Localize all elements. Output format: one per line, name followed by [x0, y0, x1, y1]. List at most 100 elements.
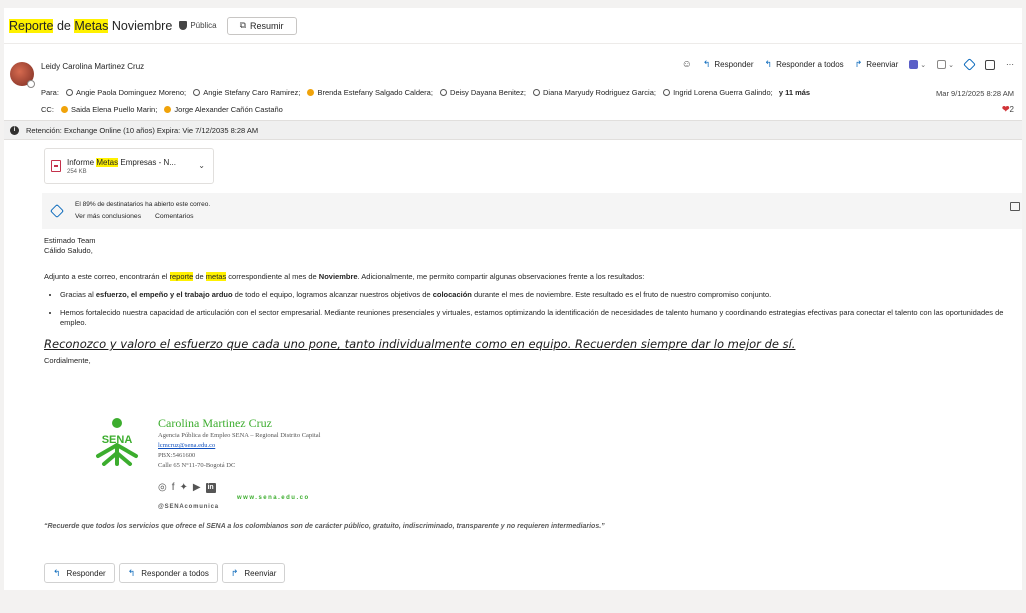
- instagram-icon[interactable]: ◎: [158, 482, 167, 493]
- signature-handle: @SENAcomunica: [158, 504, 219, 510]
- retention-banner: i Retención: Exchange Online (10 años) E…: [4, 120, 1022, 140]
- info-icon: i: [10, 125, 19, 135]
- email-signature: SENA Carolina Martinez Cruz Agencia Públ…: [92, 416, 492, 526]
- linkedin-icon[interactable]: in: [205, 482, 216, 493]
- reader-icon: [985, 59, 995, 70]
- subject-word-noviembre: Noviembre: [108, 18, 173, 33]
- insights-panel: El 89% de destinatarios ha abierto este …: [42, 193, 1022, 229]
- attachment-size: 254 KB: [67, 168, 87, 175]
- immersive-reader-button[interactable]: [985, 59, 995, 70]
- recipient-icon: [533, 89, 540, 96]
- chevron-down-icon: ⌄: [948, 61, 954, 69]
- recipient[interactable]: Saida Elena Puello Marin;: [71, 105, 157, 114]
- heart-icon: ❤: [1002, 104, 1010, 114]
- recipient[interactable]: Brenda Estefany Salgado Caldera;: [317, 88, 433, 97]
- reply-button[interactable]: ↰ Responder: [703, 59, 754, 70]
- bottom-reply-all-button[interactable]: ↰ Responder a todos: [118, 563, 218, 583]
- signature-name: Carolina Martinez Cruz: [158, 416, 272, 430]
- facebook-icon[interactable]: f: [172, 482, 175, 493]
- cc-recipients: CC: Saida Elena Puello Marin; Jorge Alex…: [41, 105, 283, 114]
- teams-button[interactable]: ⌄: [909, 60, 926, 69]
- subject-word-de: de: [53, 18, 75, 33]
- reactions-badge[interactable]: ❤2: [1002, 104, 1014, 115]
- shield-icon: [179, 21, 188, 30]
- signature-website[interactable]: www.sena.edu.co: [237, 495, 310, 501]
- greeting-line: Estimado Team: [44, 236, 96, 245]
- observations-list: Gracias al esfuerzo, el empeño y el trab…: [44, 290, 1019, 328]
- emoji-react-button[interactable]: ☺: [682, 59, 692, 70]
- bottom-reply-button[interactable]: ↰ Responder: [44, 563, 115, 583]
- list-item: Hemos fortalecido nuestra capacidad de a…: [60, 308, 1019, 328]
- insights-text: El 89% de destinatarios ha abierto este …: [75, 201, 211, 208]
- attachment-name: Informe Metas Empresas - N...: [67, 157, 176, 167]
- intro-paragraph: Adjunto a este correo, encontrarán el re…: [44, 272, 645, 281]
- reply-icon: ↰: [53, 567, 61, 578]
- summarize-icon: ⧉: [239, 20, 246, 30]
- reply-buttons: ↰ Responder ↰ Responder a todos ↱ Reenviar: [44, 563, 289, 583]
- signature-address: Calle 65 N°11-70-Bogotá DC: [158, 462, 236, 469]
- visibility-label: Pública: [190, 21, 217, 30]
- recipient-icon: [663, 89, 671, 96]
- subject-word-metas: Metas: [74, 18, 109, 33]
- loop-icon: [963, 58, 976, 71]
- message-card: Reporte de Metas Noviembre Pública ⧉ Res…: [4, 8, 1022, 590]
- recipient[interactable]: Angie Paola Dominguez Moreno;: [76, 88, 186, 97]
- pdf-file-icon: [51, 160, 61, 172]
- signature-email-link[interactable]: lcmcruz@sena.edu.co: [158, 442, 215, 449]
- reaction-count: 2: [1009, 105, 1014, 114]
- cc-label: CC:: [41, 105, 54, 114]
- message-date: Mar 9/12/2025 8:28 AM: [936, 89, 1014, 98]
- outlook-reading-pane: Reporte de Metas Noviembre Pública ⧉ Res…: [0, 0, 1026, 613]
- reply-icon: ↰: [702, 59, 711, 69]
- recipient-icon: [164, 106, 172, 113]
- recipient[interactable]: Ingrid Lorena Guerra Galindo;: [673, 88, 773, 97]
- recipient-icon: [66, 89, 74, 96]
- subject-title: Reporte de Metas Noviembre: [9, 18, 173, 33]
- more-actions-button[interactable]: ···: [1006, 60, 1014, 69]
- insights-icon: [49, 203, 65, 219]
- summarize-label: Resumir: [250, 20, 284, 31]
- bottom-forward-button[interactable]: ↱ Reenviar: [221, 563, 286, 583]
- recipient-icon: [193, 89, 201, 96]
- reply-all-button[interactable]: ↰ Responder a todos: [765, 59, 844, 70]
- smiley-icon: ☺: [681, 59, 692, 70]
- chevron-down-icon: ⌄: [920, 61, 927, 69]
- message-actions: ☺ ↰ Responder ↰ Responder a todos ↱ Reenvia…: [671, 58, 1014, 71]
- subject-word-reporte: Reporte: [9, 18, 54, 33]
- loop-button[interactable]: [963, 58, 976, 71]
- sender-name[interactable]: Leidy Carolina Martinez Cruz: [41, 62, 144, 71]
- subject-bar: Reporte de Metas Noviembre Pública ⧉ Res…: [4, 8, 1022, 44]
- attachment-card[interactable]: Informe Metas Empresas - N... 254 KB ⌄: [44, 148, 214, 184]
- recipient-icon: [61, 106, 69, 113]
- twitter-icon[interactable]: ✦: [180, 482, 188, 493]
- reply-all-icon: ↰: [127, 567, 136, 578]
- more-insights-link[interactable]: Ver más conclusiones: [75, 213, 141, 220]
- apps-icon: [937, 60, 947, 69]
- expand-icon[interactable]: [1010, 202, 1020, 211]
- recipient-icon: [307, 89, 315, 96]
- insights-links: Ver más conclusiones Comentarios: [75, 213, 206, 220]
- reply-all-icon: ↰: [764, 59, 773, 69]
- forward-icon: ↱: [854, 59, 863, 69]
- youtube-icon[interactable]: ▶: [193, 482, 201, 493]
- sena-disclaimer: “Recuerde que todos los servicios que of…: [44, 523, 605, 530]
- social-links: ◎ f ✦ ▶ in: [158, 482, 221, 493]
- retention-text: Retención: Exchange Online (10 años) Exp…: [26, 125, 259, 135]
- forward-button[interactable]: ↱ Reenviar: [855, 59, 899, 70]
- recipient[interactable]: Angie Stefany Caro Ramirez;: [203, 88, 300, 97]
- list-item: Gracias al esfuerzo, el empeño y el trab…: [60, 290, 1019, 300]
- comments-link[interactable]: Comentarios: [155, 213, 194, 220]
- teams-icon: [909, 60, 919, 69]
- recipient[interactable]: Diana Maryudy Rodriguez Garcia;: [543, 88, 656, 97]
- greeting-line: Cálido Saludo,: [44, 246, 93, 255]
- apps-button[interactable]: ⌄: [937, 60, 954, 69]
- signature-phone: PBX:5461600: [158, 452, 196, 459]
- recipient[interactable]: Jorge Alexander Cañón Castaño: [174, 105, 282, 114]
- recipient-icon: [440, 89, 448, 96]
- chevron-down-icon[interactable]: ⌄: [198, 161, 205, 170]
- recipient[interactable]: Deisy Dayana Benitez;: [450, 88, 526, 97]
- summarize-button[interactable]: ⧉ Resumir: [226, 16, 297, 35]
- more-recipients-link[interactable]: y 11 más: [779, 88, 810, 97]
- to-recipients: Para: Angie Paola Dominguez Moreno; Angi…: [41, 88, 901, 97]
- message-header: Leidy Carolina Martinez Cruz Para: Angie…: [4, 46, 1022, 116]
